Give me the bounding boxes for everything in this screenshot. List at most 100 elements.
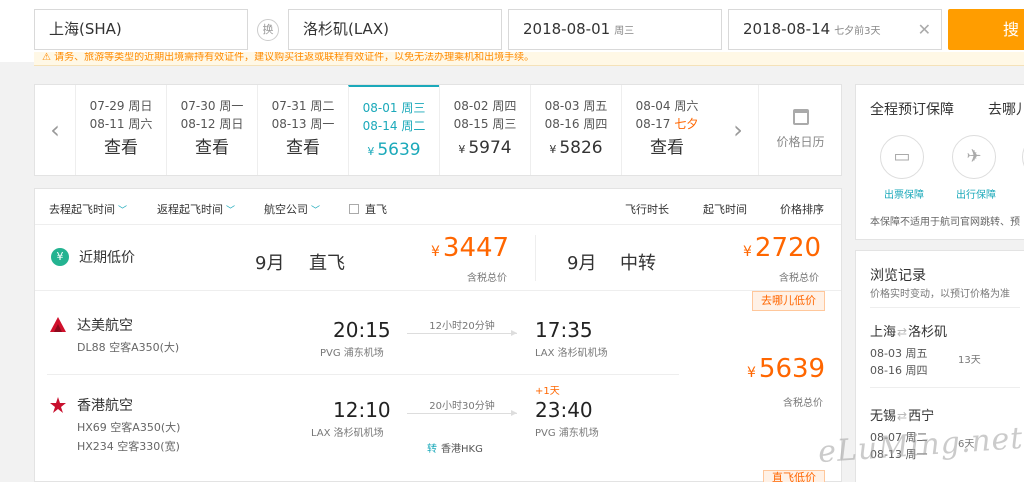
date-option-depart: 07-29 周日: [89, 99, 153, 113]
date-option-price-value: 查看: [104, 138, 138, 158]
results-panel: 去程起飞时间 ﹀ 返程起飞时间 ﹀ 航空公司 ﹀ 直飞 飞行时长 起飞时间 价格排序 …: [34, 188, 842, 482]
date-option-depart: 08-02 周四: [453, 99, 517, 113]
date-option-return: 08-15 周三: [440, 115, 530, 133]
date-option[interactable]: 07-30 周一 08-12 周日查看: [166, 85, 257, 175]
date-option-price-value: 查看: [286, 138, 320, 158]
travel-guarantee-label[interactable]: 出行保障: [956, 186, 996, 201]
sort-depart-time[interactable]: 起飞时间: [703, 201, 747, 217]
inbound-segment: 香港航空 HX69 空客A350(大) HX234 空客330(宽) 12:10…: [35, 377, 695, 455]
date-option[interactable]: 07-29 周日 08-11 周六查看: [75, 85, 166, 175]
date-option[interactable]: 07-31 周二 08-13 周一 查看: [257, 85, 348, 175]
chevron-down-icon: ﹀: [118, 206, 128, 216]
next-arrow-icon[interactable]: ›: [718, 85, 758, 175]
date-option-price-value: 5639: [377, 140, 421, 160]
date-option-depart: 08-01 周三: [362, 101, 426, 115]
price-calendar-label: 价格日历: [776, 135, 825, 149]
filter-direct-label: 直飞: [365, 203, 387, 216]
price-calendar-button[interactable]: 价格日历: [758, 85, 842, 175]
date-option-return: 08-12 周日: [167, 115, 257, 133]
transfer-low-price-value: 2720: [754, 233, 822, 263]
date-option-price-value: 5826: [559, 138, 603, 158]
destination-value: 洛杉矶(LAX): [303, 20, 389, 38]
airplane-icon[interactable]: ✈: [952, 135, 996, 179]
filter-bar: 去程起飞时间 ﹀ 返程起飞时间 ﹀ 航空公司 ﹀ 直飞 飞行时长 起飞时间 价格排序: [35, 189, 841, 225]
flight-result-card[interactable]: 去哪儿低价 达美航空 DL88 空客A350(大) 20:15 PVG 浦东机场…: [35, 291, 841, 469]
date-option-price: 查看: [76, 137, 166, 159]
filter-airline[interactable]: 航空公司 ﹀: [264, 201, 320, 217]
origin-field[interactable]: 上海(SHA): [34, 9, 248, 50]
history-route: 无锡⇄西宁: [870, 405, 1024, 424]
date-option-return-text: 08-15 周三: [453, 117, 517, 131]
result-tax-note: 含税总价: [783, 398, 823, 409]
ticket-guarantee-icon[interactable]: ▭: [880, 135, 924, 179]
history-days: 13天: [958, 355, 981, 366]
direct-low-price[interactable]: ¥3447: [431, 233, 509, 263]
outbound-arrive-time: 17:35: [535, 318, 593, 342]
divider: [870, 387, 1020, 388]
flight-line: [407, 410, 517, 416]
direct-checkbox[interactable]: [349, 204, 359, 214]
guarantee-note: 本保障不适用于航司官网跳转、预: [870, 217, 1020, 228]
filter-depart-time[interactable]: 去程起飞时间 ﹀: [49, 201, 127, 217]
date-option-return-text: 08-12 周日: [180, 117, 244, 131]
return-date-field[interactable]: 2018-08-14 七夕前3天 ✕: [728, 9, 942, 50]
date-option-return-text: 08-17: [635, 117, 671, 131]
inbound-flight-number-2: HX234 空客330(宽): [77, 440, 180, 453]
date-option-depart: 07-30 周一: [180, 99, 244, 113]
yen-symbol: ¥: [743, 244, 752, 260]
inbound-depart-time: 12:10: [333, 398, 391, 422]
history-record[interactable]: 上海⇄洛杉矶 08-03 周五 08-16 周四 13天: [870, 321, 1024, 379]
swap-button[interactable]: 换: [257, 19, 279, 41]
history-subtitle: 价格实时变动，以预订价格为准: [870, 289, 1010, 300]
clear-icon[interactable]: ✕: [918, 10, 931, 49]
search-button[interactable]: 搜: [948, 9, 1024, 50]
date-option-price: ¥5826: [531, 137, 621, 161]
date-option-return-text: 08-11 周六: [89, 117, 153, 131]
date-option[interactable]: 08-02 周四 08-15 周三 ¥5974: [439, 85, 530, 175]
date-option[interactable]: 08-03 周五 08-16 周四 ¥5826: [530, 85, 621, 175]
yen-symbol: ¥: [458, 143, 466, 156]
date-option-price-value: 查看: [195, 138, 229, 158]
result-price[interactable]: ¥5639: [747, 354, 825, 384]
date-option-depart: 08-04 周六: [635, 99, 699, 113]
inbound-airline: 香港航空: [77, 398, 133, 414]
date-option-price: 查看: [258, 137, 348, 159]
outbound-duration: 12小时20分钟: [429, 321, 495, 332]
guarantee-title: 全程预订保障: [870, 102, 954, 118]
date-option-return: 08-17 七夕: [622, 115, 712, 133]
date-option[interactable]: 08-01 周三 08-14 周二 ¥5639: [348, 85, 439, 175]
divider: [870, 307, 1020, 308]
date-option[interactable]: 08-04 周六 08-17 七夕查看: [621, 85, 712, 175]
hk-airlines-logo-icon: [50, 397, 66, 413]
date-option-return-text: 08-16 周四: [544, 117, 608, 131]
divider: [535, 235, 536, 281]
outbound-depart-airport: PVG 浦东机场: [320, 348, 384, 359]
sort-duration[interactable]: 飞行时长: [625, 201, 669, 217]
sort-price[interactable]: 价格排序: [780, 201, 824, 217]
inbound-depart-airport: LAX 洛杉矶机场: [311, 428, 384, 439]
route-from: 上海: [870, 325, 897, 340]
recent-low-label: 近期低价: [79, 250, 135, 266]
yen-icon: ¥: [51, 248, 69, 266]
date-option-price-value: 5974: [468, 138, 512, 158]
filter-return-time[interactable]: 返程起飞时间 ﹀: [157, 201, 235, 217]
depart-date-field[interactable]: 2018-08-01 周三: [508, 9, 722, 50]
direct-tax-note: 含税总价: [467, 273, 507, 284]
chevron-down-icon: ﹀: [311, 206, 321, 216]
flight-line: [407, 330, 517, 336]
date-option-price: ¥5974: [440, 137, 530, 161]
ticket-guarantee-label[interactable]: 出票保障: [884, 186, 924, 201]
outbound-segment: 达美航空 DL88 空客A350(大) 20:15 PVG 浦东机场 12小时2…: [35, 291, 695, 361]
destination-field[interactable]: 洛杉矶(LAX): [288, 9, 502, 50]
date-option-price: 查看: [622, 137, 712, 159]
outbound-flight-number: DL88 空客A350(大): [77, 341, 180, 354]
filter-direct[interactable]: 直飞: [349, 201, 387, 217]
filter-return-time-label: 返程起飞时间: [157, 203, 223, 216]
date-option-return: 08-14 周二: [349, 117, 439, 135]
return-note: 七夕前3天: [834, 26, 881, 37]
transfer-low-price[interactable]: ¥2720: [743, 233, 821, 263]
filter-depart-time-label: 去程起飞时间: [49, 203, 115, 216]
route-from: 无锡: [870, 409, 897, 424]
recent-low-price-row: ¥ 近期低价 9月 直飞 ¥3447 含税总价 9月 中转 ¥2720 含税总价: [35, 225, 841, 291]
prev-arrow-icon[interactable]: ‹: [35, 85, 75, 175]
